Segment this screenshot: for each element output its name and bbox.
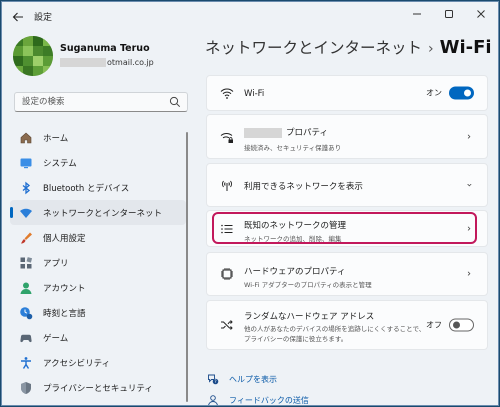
feedback-icon [207, 394, 219, 405]
system-icon [19, 156, 33, 170]
sidebar-item-label: システム [43, 158, 77, 169]
sidebar-scrollbar[interactable] [186, 132, 188, 402]
sidebar-item-label: ゲーム [43, 333, 69, 344]
sidebar-item-gaming[interactable]: ゲーム [10, 325, 186, 350]
breadcrumb-parent[interactable]: ネットワークとインターネット [205, 39, 422, 57]
hardware-properties-card[interactable]: ハードウェアのプロパティ Wi-Fi アダプターのプロパティの表示と管理 › [206, 252, 488, 296]
search-icon [169, 96, 181, 108]
breadcrumb-separator: › [428, 41, 434, 57]
sidebar-item-personalization[interactable]: 個人用設定 [10, 225, 186, 250]
email-suffix: otmail.co.jp [107, 58, 154, 67]
accessibility-icon [19, 356, 33, 370]
random-address-card: ランダムなハードウェア アドレス 他の人があなたのデバイスの場所を追跡しにくくす… [206, 300, 488, 350]
sidebar-item-label: アクセシビリティ [43, 358, 111, 369]
chevron-right-icon: › [467, 131, 471, 142]
sidebar-item-label: ネットワークとインターネット [43, 208, 163, 219]
wifi-toggle-label: オン [426, 88, 442, 98]
sidebar-item-network[interactable]: ネットワークとインターネット [10, 200, 186, 225]
network-icon [19, 206, 33, 220]
sidebar-item-label: アカウント [43, 283, 86, 294]
redacted-email-part [60, 58, 106, 67]
brush-icon [19, 231, 33, 245]
antenna-icon [222, 180, 232, 191]
properties-title: プロパティ [244, 126, 328, 138]
game-icon [19, 331, 33, 345]
sidebar-item-label: 個人用設定 [43, 233, 86, 244]
breadcrumb: ネットワークとインターネット › Wi-Fi [205, 36, 492, 58]
close-button[interactable] [470, 5, 492, 23]
hardware-properties-title: ハードウェアのプロパティ [244, 267, 346, 277]
page-title: Wi-Fi [439, 37, 492, 58]
chevron-down-icon: › [463, 183, 475, 187]
title-bar: 設定 [2, 2, 498, 32]
search-input[interactable]: 設定の検索 [14, 92, 188, 112]
sidebar-nav: ホーム システム Bluetooth とデバイス ネットワークとインターネット … [10, 125, 190, 400]
sidebar-item-apps[interactable]: アプリ [10, 250, 186, 275]
wifi-toggle[interactable] [449, 86, 474, 100]
sidebar-item-home[interactable]: ホーム [10, 125, 186, 150]
available-networks-title: 利用できるネットワークを表示 [244, 182, 363, 192]
help-link-label: ヘルプを表示 [229, 374, 277, 384]
random-address-toggle[interactable] [449, 318, 474, 332]
sidebar-item-label: ホーム [43, 133, 69, 144]
home-icon [19, 131, 33, 145]
hardware-properties-subtitle: Wi-Fi アダプターのプロパティの表示と管理 [244, 281, 372, 289]
wifi-label: Wi-Fi [244, 89, 265, 99]
profile-email: otmail.co.jp [60, 58, 154, 67]
back-button[interactable] [8, 7, 28, 27]
sidebar-item-bluetooth[interactable]: Bluetooth とデバイス [10, 175, 186, 200]
shuffle-icon [221, 320, 233, 330]
available-networks-card[interactable]: 利用できるネットワークを表示 › [206, 163, 488, 207]
random-address-toggle-label: オフ [426, 320, 442, 330]
feedback-link[interactable]: フィードバックの送信 [207, 394, 309, 405]
help-link[interactable]: ? ヘルプを表示 [207, 373, 277, 385]
redacted-network-name [244, 127, 282, 138]
maximize-icon [445, 10, 453, 18]
wifi-toggle-card[interactable]: Wi-Fi オン [206, 75, 488, 111]
chevron-right-icon: › [467, 268, 471, 280]
chip-icon [221, 268, 233, 280]
window-title: 設定 [34, 13, 53, 23]
avatar[interactable] [13, 36, 53, 76]
sidebar-item-accessibility[interactable]: アクセシビリティ [10, 350, 186, 375]
properties-title-text: プロパティ [286, 128, 328, 138]
profile-name: Suganuma Teruo [60, 43, 150, 54]
arrow-left-icon [12, 12, 23, 22]
account-icon [19, 281, 33, 295]
random-address-title: ランダムなハードウェア アドレス [244, 312, 375, 322]
highlight-annotation [212, 212, 477, 244]
sidebar-item-label: 時刻と言語 [43, 308, 86, 319]
random-address-subtitle-1: 他の人があなたのデバイスの場所を追跡しにくくすることで、 [244, 325, 426, 333]
sidebar-item-label: Bluetooth とデバイス [43, 183, 130, 194]
maximize-button[interactable] [438, 5, 460, 23]
wifi-icon [220, 88, 234, 99]
time-language-icon [19, 306, 33, 320]
minimize-button[interactable] [406, 5, 428, 23]
wifi-lock-icon [220, 132, 233, 143]
sidebar-item-accounts[interactable]: アカウント [10, 275, 186, 300]
sidebar-item-label: プライバシーとセキュリティ [43, 383, 153, 394]
search-placeholder: 設定の検索 [22, 97, 65, 107]
help-icon: ? [207, 373, 219, 385]
close-icon [477, 10, 485, 18]
random-address-subtitle-2: プライバシーの保護に役立ちます。 [244, 335, 348, 343]
sidebar-item-label: アプリ [43, 258, 69, 269]
properties-subtitle: 接続済み、セキュリティ保護あり [244, 144, 342, 152]
sidebar-item-time-language[interactable]: 時刻と言語 [10, 300, 186, 325]
bluetooth-icon [19, 181, 33, 195]
sidebar-item-privacy[interactable]: プライバシーとセキュリティ [10, 375, 186, 400]
network-properties-card[interactable]: プロパティ 接続済み、セキュリティ保護あり › [206, 114, 488, 159]
shield-icon [19, 381, 33, 395]
apps-icon [19, 256, 33, 270]
minimize-icon [413, 13, 421, 15]
sidebar-item-system[interactable]: システム [10, 150, 186, 175]
feedback-link-label: フィードバックの送信 [229, 395, 309, 405]
settings-window: 設定 Suganuma Teruo otmail.co.jp 設定の検索 ホーム… [1, 1, 499, 406]
